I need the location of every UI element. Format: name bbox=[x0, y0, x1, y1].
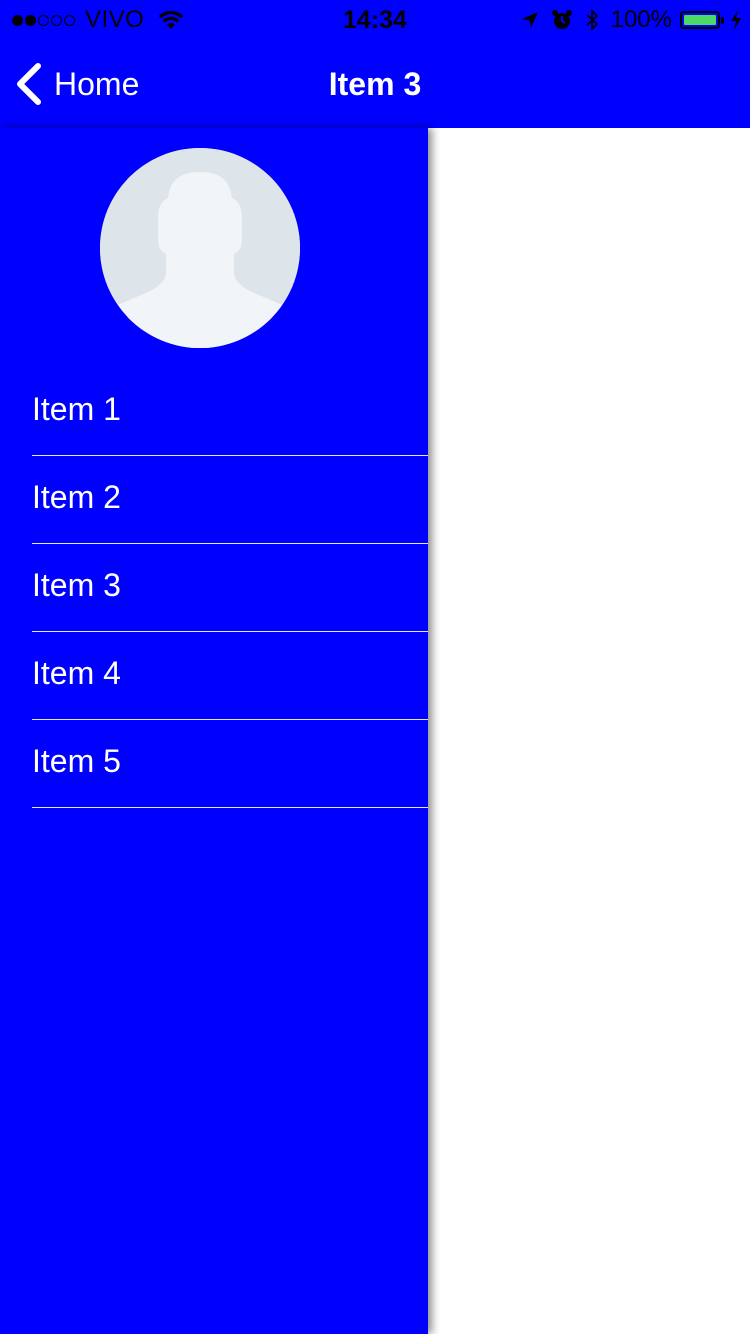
drawer-menu: Item 1 Item 2 Item 3 Item 4 Item 5 bbox=[0, 368, 428, 808]
back-button[interactable]: Home bbox=[14, 60, 139, 108]
back-button-label: Home bbox=[54, 65, 140, 102]
battery-cap bbox=[721, 16, 724, 24]
status-bar-right: 100% bbox=[509, 6, 742, 34]
charging-bolt-icon bbox=[730, 10, 742, 30]
default-user-avatar-icon[interactable] bbox=[100, 148, 300, 348]
battery-percentage: 100% bbox=[610, 6, 672, 33]
bluetooth-icon bbox=[585, 9, 599, 31]
side-drawer: Item 1 Item 2 Item 3 Item 4 Item 5 bbox=[0, 128, 428, 1334]
navigation-bar: Item 3 Home bbox=[0, 40, 750, 128]
battery-level-fill bbox=[684, 15, 716, 25]
drawer-item-1[interactable]: Item 1 bbox=[32, 368, 428, 456]
drawer-item-4[interactable]: Item 4 bbox=[32, 632, 428, 720]
chevron-left-icon bbox=[17, 63, 41, 105]
screen: VIVO 14:34 100% Item 3 Home Item 1 Item … bbox=[0, 0, 750, 1334]
drawer-item-2[interactable]: Item 2 bbox=[32, 456, 428, 544]
main-content[interactable] bbox=[428, 128, 750, 1334]
drawer-item-3[interactable]: Item 3 bbox=[32, 544, 428, 632]
status-bar: VIVO 14:34 100% bbox=[0, 0, 750, 40]
location-arrow-icon bbox=[521, 11, 539, 29]
battery-icon bbox=[680, 11, 720, 29]
alarm-icon bbox=[551, 9, 573, 31]
header: VIVO 14:34 100% Item 3 Home bbox=[0, 0, 750, 128]
drawer-item-5[interactable]: Item 5 bbox=[32, 720, 428, 808]
